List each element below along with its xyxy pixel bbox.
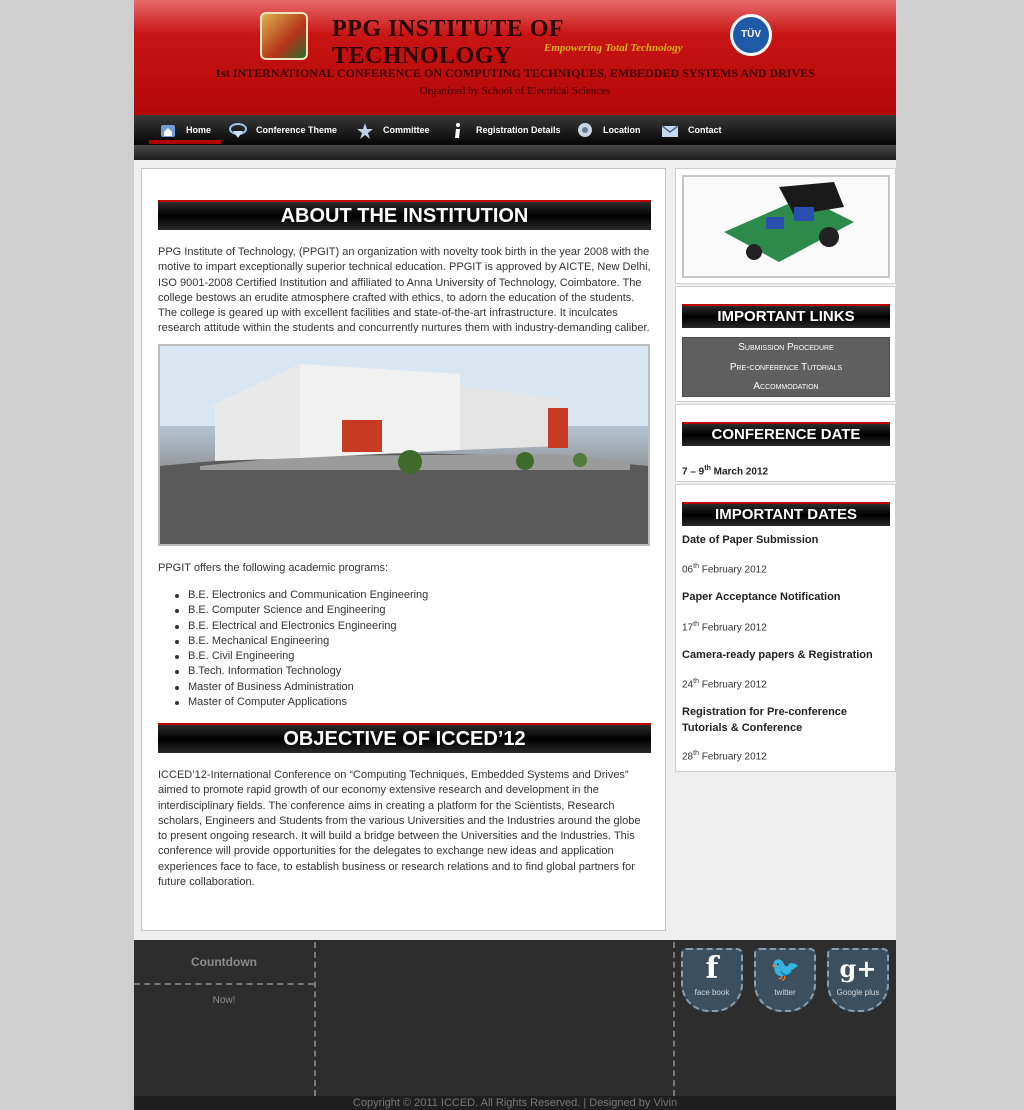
list-item: B.Tech. Information Technology: [174, 664, 428, 679]
site-footer: Countdown Now! f face book 🐦 twitter g+ …: [134, 940, 896, 1096]
sidebar-image-box: [675, 168, 896, 284]
nav-item-committee[interactable]: Committee: [356, 115, 430, 145]
list-item: B.E. Electronics and Communication Engin…: [174, 588, 428, 603]
mail-icon: [661, 125, 679, 137]
nav-label-registration-details: Registration Details: [476, 125, 561, 135]
info-icon: [455, 122, 460, 138]
site-header: PPG INSTITUTE OF TECHNOLOGY Empowering T…: [134, 0, 896, 115]
tuv-certification-logo: TÜV: [730, 14, 772, 56]
date-value: 06th February 2012: [682, 563, 767, 575]
list-item: B.E. Computer Science and Engineering: [174, 603, 428, 618]
site-tagline: Empowering Total Technology: [544, 42, 683, 54]
building-illustration: [160, 346, 648, 544]
date-month: February 2012: [698, 564, 767, 576]
list-item: Master of Computer Applications: [174, 695, 428, 710]
date-title: Paper Acceptance Notification: [682, 591, 841, 603]
nav-subbar: [134, 145, 896, 160]
date-month: February 2012: [698, 679, 767, 691]
conf-date-suffix: th: [704, 465, 711, 472]
conf-date-end: – 9: [687, 466, 705, 478]
nav-active-indicator: [149, 140, 221, 144]
important-dates-heading: IMPORTANT DATES: [682, 502, 890, 526]
google-plus-icon: g+: [839, 954, 877, 983]
copyright-bar: Copyright © 2011 ICCED. All Rights Reser…: [134, 1096, 896, 1110]
organizer-line: Organized by School of Electrical Scienc…: [419, 85, 611, 97]
countdown-label: Countdown: [191, 955, 257, 969]
institute-crest-logo: [260, 12, 308, 60]
conference-title: 1st INTERNATIONAL CONFERENCE ON COMPUTIN…: [215, 66, 815, 80]
nav-item-contact[interactable]: Contact: [661, 115, 722, 145]
nav-item-registration-details[interactable]: Registration Details: [449, 115, 561, 145]
date-value: 28th February 2012: [682, 750, 767, 762]
link-pre-conference-tutorials[interactable]: Pre-conference Tutorials: [683, 358, 889, 378]
about-heading: ABOUT THE INSTITUTION: [158, 200, 651, 230]
nav-item-conference-theme[interactable]: Conference Theme: [229, 115, 337, 145]
google-plus-label: Google plus: [836, 988, 880, 997]
facebook-icon: f: [705, 951, 719, 986]
star-icon: [357, 122, 373, 139]
conference-date-heading: CONFERENCE DATE: [682, 422, 890, 446]
objective-heading: OBJECTIVE OF ICCED’12: [158, 723, 651, 753]
map-pin-icon: [578, 122, 592, 137]
important-links-list: Submission Procedure Pre-conference Tuto…: [682, 337, 890, 397]
twitter-bird-icon: 🐦: [770, 954, 800, 983]
google-plus-button[interactable]: g+ Google plus: [827, 948, 889, 1012]
nav-label-home: Home: [186, 125, 212, 135]
nav-label-contact: Contact: [688, 125, 722, 135]
footer-divider: [673, 942, 675, 1096]
list-item: B.E. Mechanical Engineering: [174, 634, 428, 649]
home-icon: [161, 124, 175, 137]
about-paragraph: PPG Institute of Technology, (PPGIT) an …: [158, 246, 651, 333]
globe-icon: [229, 122, 247, 138]
main-content: ABOUT THE INSTITUTION PPG Institute of T…: [141, 168, 666, 931]
robot-kit-image: [682, 175, 890, 278]
important-links-box: IMPORTANT LINKS Submission Procedure Pre…: [675, 286, 896, 402]
date-day: 24: [682, 679, 694, 691]
link-submission-procedure[interactable]: Submission Procedure: [683, 338, 889, 358]
twitter-button[interactable]: 🐦 twitter: [754, 948, 816, 1012]
programs-list: B.E. Electronics and Communication Engin…: [174, 588, 428, 710]
date-month: February 2012: [698, 622, 767, 634]
date-day: 28: [682, 751, 694, 763]
list-item: Master of Business Administration: [174, 680, 428, 695]
objective-paragraph: ICCED’12-International Conference on “Co…: [158, 769, 641, 889]
conference-date-value: 7 – 9th March 2012: [682, 461, 887, 480]
programs-intro: PPGIT offers the following academic prog…: [158, 562, 389, 574]
date-value: 17th February 2012: [682, 621, 767, 633]
important-links-heading: IMPORTANT LINKS: [682, 304, 890, 328]
nav-label-committee: Committee: [383, 125, 430, 135]
nav-label-location: Location: [603, 125, 641, 135]
date-month: February 2012: [698, 751, 767, 763]
countdown-value: Now!: [212, 995, 236, 1006]
main-nav: Home Conference Theme Committee Registra…: [134, 115, 896, 145]
nav-label-conference-theme: Conference Theme: [256, 125, 338, 135]
page: PPG INSTITUTE OF TECHNOLOGY Empowering T…: [134, 0, 896, 1110]
facebook-label: face book: [694, 988, 730, 997]
nav-item-location[interactable]: Location: [576, 115, 641, 145]
robot-kit-illustration: [724, 182, 854, 262]
date-title: Registration for Pre-conference Tutorial…: [682, 706, 848, 734]
twitter-label: twitter: [774, 988, 796, 997]
list-item: B.E. Civil Engineering: [174, 649, 428, 664]
facebook-button[interactable]: f face book: [681, 948, 743, 1012]
footer-divider: [314, 942, 316, 1096]
date-value: 24th February 2012: [682, 678, 767, 690]
conference-date-box: CONFERENCE DATE 7 – 9th March 2012: [675, 404, 896, 482]
link-accommodation[interactable]: Accommodation: [683, 377, 889, 397]
list-item: B.E. Electrical and Electronics Engineer…: [174, 619, 428, 634]
important-dates-box: IMPORTANT DATES Date of Paper Submission…: [675, 484, 896, 772]
institution-building-photo: [158, 344, 650, 546]
date-day: 06: [682, 564, 694, 576]
conf-date-month: March 2012: [710, 466, 769, 478]
date-title: Date of Paper Submission: [682, 534, 819, 546]
date-day: 17: [682, 622, 694, 634]
date-title: Camera-ready papers & Registration: [682, 649, 873, 661]
countdown-divider: [134, 983, 314, 985]
